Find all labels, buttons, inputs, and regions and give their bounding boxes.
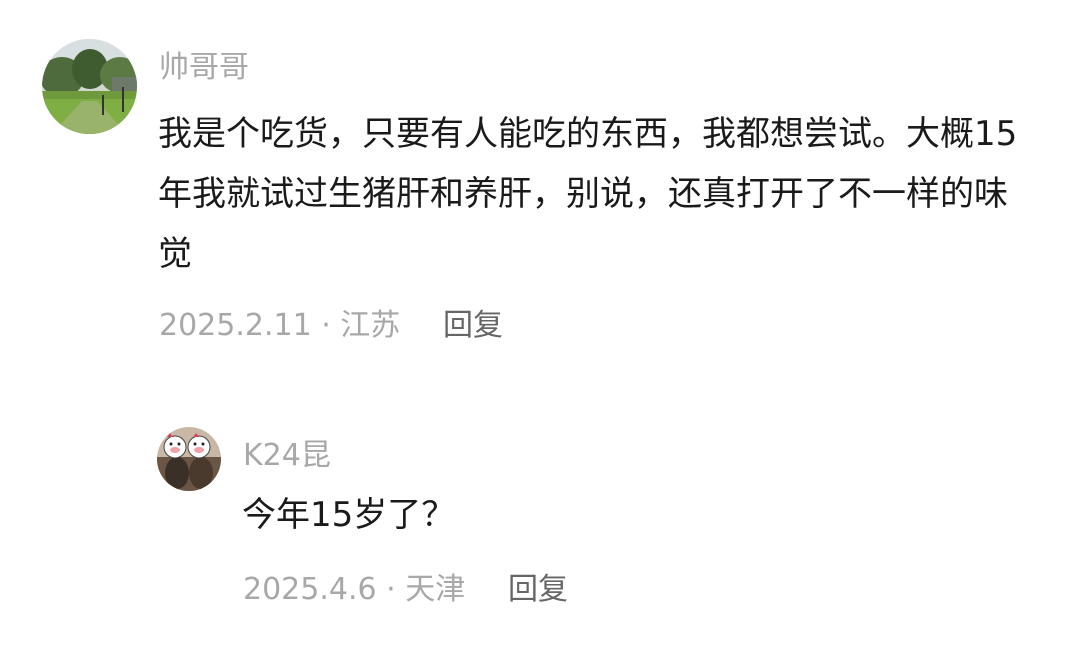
avatar-photo-image xyxy=(157,427,221,491)
avatar[interactable] xyxy=(42,39,137,134)
username[interactable]: 帅哥哥 xyxy=(159,48,249,88)
comment-meta: 2025.2.11 · 江苏 xyxy=(159,308,401,343)
avatar[interactable] xyxy=(157,427,221,491)
comment-text: 今年15岁了？ xyxy=(242,495,456,535)
avatar-landscape-image xyxy=(42,39,137,134)
comment-text: 我是个吃货，只要有人能吃的东西，我都想尝试。大概15年我就试过生猪肝和养肝，别说… xyxy=(158,114,1018,274)
reply-button[interactable]: 回复 xyxy=(508,570,568,610)
reply-button[interactable]: 回复 xyxy=(443,306,503,346)
username[interactable]: K24昆 xyxy=(243,436,331,476)
comment-meta: 2025.4.6 · 天津 xyxy=(243,572,466,607)
